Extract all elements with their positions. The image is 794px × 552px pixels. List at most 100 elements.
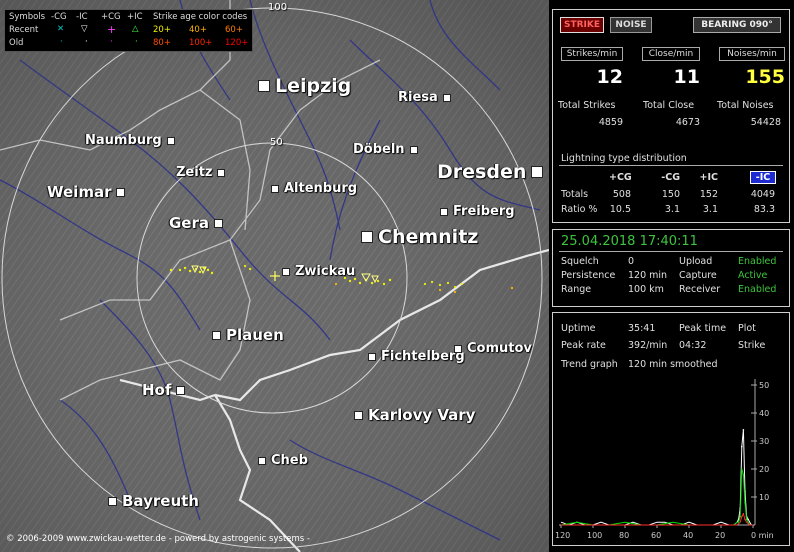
- capture-label: Capture: [679, 270, 717, 281]
- col-pos-cg: +CG: [609, 172, 632, 183]
- legend-age-title: Strike age color codes: [153, 12, 248, 22]
- col-neg-ic[interactable]: -IC: [750, 171, 776, 184]
- close-min-header: Close/min: [642, 47, 700, 61]
- city-comutov: Comutov: [454, 341, 532, 356]
- uptime-value: 35:41: [628, 323, 656, 334]
- city-weimar: Weimar: [47, 183, 126, 201]
- squelch-value: 0: [628, 256, 635, 267]
- legend-recent-ic-icon: ▽: [81, 24, 88, 34]
- total-pos-ic: 152: [699, 189, 718, 200]
- legend-age-6: 120+: [225, 38, 249, 48]
- status-panel: 25.04.2018 17:40:11 Squelch 0 Upload Ena…: [552, 229, 790, 307]
- upload-label: Upload: [679, 256, 713, 267]
- close-min-value: 11: [673, 66, 700, 88]
- total-noises-value: 54428: [750, 117, 781, 128]
- trend-point-1-16: [742, 473, 745, 476]
- legend-neg-cg: -CG: [51, 12, 67, 22]
- legend-old-label: Old: [9, 38, 24, 48]
- trend-point-1-18: [745, 518, 748, 521]
- trend-series-line-1: [560, 468, 753, 526]
- total-neg-ic: 4049: [750, 189, 775, 200]
- col-pos-ic: +IC: [699, 172, 718, 183]
- ratio-pos-ic: 3.1: [702, 204, 718, 215]
- city-freiberg: Freiberg: [440, 204, 515, 219]
- uptime-label: Uptime: [561, 323, 596, 334]
- city-dresden: Dresden: [437, 161, 544, 183]
- symbol-legend: Symbols -CG -IC +CG +IC Strike age color…: [4, 9, 253, 52]
- stats-panel: Uptime 35:41 Peak time Plot Peak rate 39…: [552, 312, 790, 546]
- ratio-label: Ratio %: [561, 204, 598, 215]
- y-tick-label-3: 20: [759, 465, 769, 474]
- x-tick-label-2: 80: [619, 531, 629, 540]
- status-datetime: 25.04.2018 17:40:11: [561, 234, 698, 249]
- strike-button[interactable]: STRIKE: [560, 17, 604, 33]
- city-bayreuth: Bayreuth: [108, 492, 199, 510]
- receiver-value: Enabled: [738, 284, 777, 295]
- legend-age-4: 80+: [153, 38, 171, 48]
- x-tick-label-0: 120: [555, 531, 570, 540]
- trend-point-2-10: [744, 518, 746, 521]
- legend-old-pic-icon: ·: [135, 37, 138, 47]
- trend-point-1-15: [741, 468, 743, 470]
- capture-value: Active: [738, 270, 768, 281]
- city-fichtelberg: Fichtelberg: [368, 349, 465, 364]
- legend-pos-cg: +CG: [101, 12, 121, 22]
- trend-point-1-17: [744, 501, 746, 504]
- city-hof: Hof: [142, 381, 186, 399]
- y-tick-label-1: 40: [759, 409, 769, 418]
- persistence-label: Persistence: [561, 270, 616, 281]
- total-noises-label: Total Noises: [717, 100, 774, 111]
- trend-point-2-8: [741, 515, 743, 518]
- trend-label: Trend graph: [561, 359, 618, 370]
- totals-label: Totals: [561, 189, 589, 200]
- city-riesa: Riesa: [398, 90, 451, 105]
- persistence-value: 120 min: [628, 270, 668, 281]
- legend-neg-ic: -IC: [76, 12, 88, 22]
- legend-recent-label: Recent: [9, 25, 39, 35]
- legend-symbols-label: Symbols: [9, 12, 46, 22]
- plot-label: Plot: [738, 323, 756, 334]
- total-pos-cg: 508: [612, 189, 631, 200]
- city-cheb: Cheb: [258, 453, 308, 468]
- legend-age-3: 60+: [225, 25, 243, 35]
- ratio-neg-cg: 3.1: [664, 204, 680, 215]
- total-close-value: 4673: [675, 117, 700, 128]
- legend-recent-pcg-icon: +: [107, 23, 117, 36]
- legend-old-cg-icon: ·: [60, 37, 63, 47]
- x-tick-label-6: 0 min: [751, 531, 774, 540]
- legend-old-ic-icon: ·: [85, 37, 88, 47]
- city-zwickau: Zwickau: [282, 264, 355, 279]
- city-karlovy-vary: Karlovy Vary: [354, 406, 475, 424]
- city-altenburg: Altenburg: [271, 181, 357, 196]
- trend-point-1-14: [739, 515, 741, 518]
- noise-button[interactable]: NOISE: [610, 17, 652, 33]
- squelch-label: Squelch: [561, 256, 599, 267]
- total-strikes-value: 4859: [598, 117, 623, 128]
- upload-value: Enabled: [738, 256, 777, 267]
- city-zeitz: Zeitz: [176, 165, 226, 180]
- ratio-pos-cg: 10.5: [609, 204, 631, 215]
- city-leipzig: Leipzig: [258, 75, 351, 97]
- city-plauen: Plauen: [212, 326, 284, 344]
- peak-time-value: 04:32: [679, 340, 707, 351]
- distribution-divider: [559, 165, 783, 166]
- city-dobeln: Döbeln: [353, 142, 418, 157]
- trend-point-0-30: [747, 518, 749, 521]
- col-neg-cg: -CG: [661, 172, 680, 183]
- y-tick-label-2: 30: [759, 437, 769, 446]
- legend-recent-pic-icon: △: [132, 24, 139, 34]
- total-close-label: Total Close: [643, 100, 695, 111]
- city-chemnitz: Chemnitz: [361, 226, 478, 248]
- x-tick-label-1: 100: [587, 531, 602, 540]
- legend-age-1: 20+: [153, 25, 171, 35]
- plot-value[interactable]: Strike: [738, 340, 765, 351]
- y-tick-label-4: 10: [759, 493, 769, 502]
- noises-min-value: 155: [745, 66, 785, 88]
- legend-age-2: 40+: [189, 25, 207, 35]
- lightning-map[interactable]: 100 50 Leipzig Riesa Naumburg Döbeln Dre…: [0, 0, 549, 552]
- bearing-button[interactable]: BEARING 090°: [693, 17, 781, 33]
- total-strikes-label: Total Strikes: [558, 100, 616, 111]
- counter-panel: STRIKE NOISE BEARING 090° Strikes/min Cl…: [552, 9, 790, 223]
- range-label: Range: [561, 284, 592, 295]
- ring-label-50: 50: [270, 137, 283, 148]
